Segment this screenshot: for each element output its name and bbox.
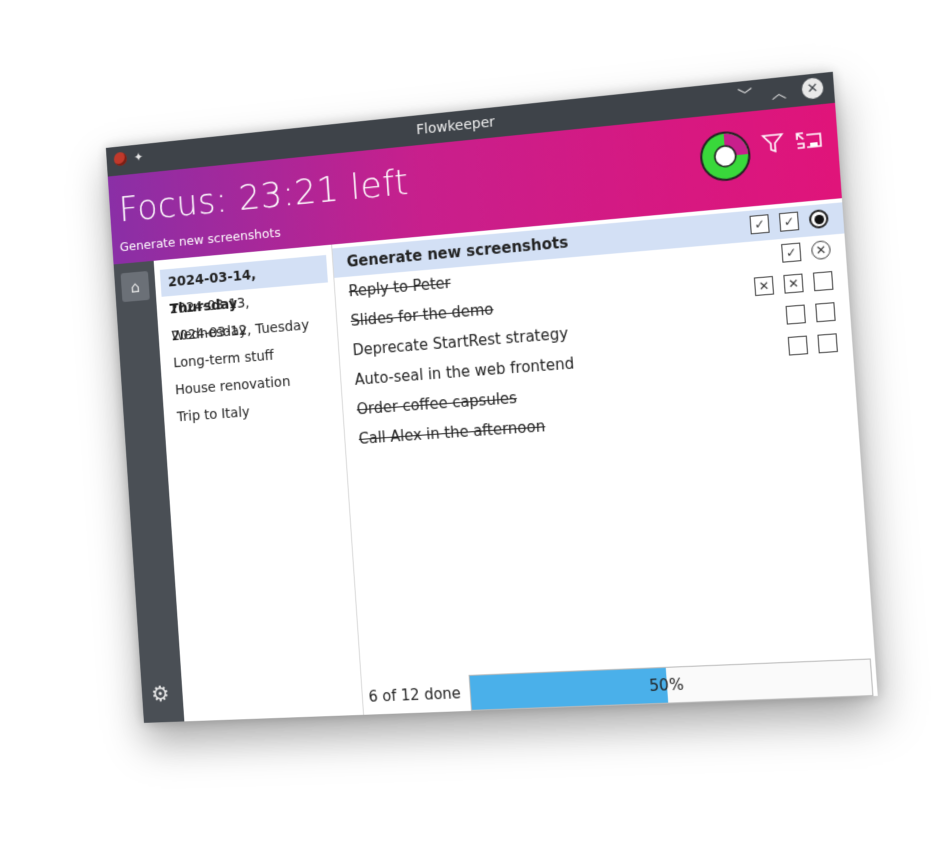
app-window: ✦ Flowkeeper ﹀ ︿ ✕ Focus: 23:21 left Gen… (105, 71, 878, 723)
pomodoro-group: ✕ ✕ (753, 271, 834, 297)
minimize-button[interactable]: ﹀ (734, 84, 756, 107)
pomodoro-group (787, 333, 838, 356)
pomodoro-crossed-icon[interactable]: ✕ (753, 275, 775, 297)
task-label: Reply to Peter (348, 273, 452, 301)
switch-icon[interactable] (794, 127, 824, 158)
pomodoro-group: ✓ ✕ (781, 239, 832, 263)
pomodoro-voided-icon[interactable]: ✕ (810, 239, 832, 261)
pomodoro-crossed-icon[interactable]: ✕ (783, 273, 804, 294)
home-button[interactable]: ⌂ (120, 270, 150, 303)
pomodoro-empty-icon[interactable] (812, 271, 834, 292)
timer-icon[interactable] (695, 126, 755, 187)
done-count: 6 of 12 done (368, 684, 462, 706)
progress-bar: 50% (468, 658, 874, 711)
gear-icon: ⚙ (150, 682, 171, 708)
pomodoro-checked-icon[interactable]: ✓ (778, 211, 800, 232)
focus-title: Focus: 23:21 left (117, 162, 410, 231)
pomodoro-empty-icon[interactable] (787, 335, 809, 356)
filter-icon[interactable] (760, 131, 785, 161)
backlog-list: 2024-03-14, Thursday 2024-03-13, Wednesd… (153, 244, 365, 722)
pomodoro-group: ✓ ✓ (749, 208, 829, 235)
window-controls: ﹀ ︿ ✕ (734, 77, 824, 107)
close-button[interactable]: ✕ (801, 77, 824, 100)
home-icon: ⌂ (129, 277, 141, 297)
pomodoro-empty-icon[interactable] (815, 302, 836, 323)
pomodoro-checked-icon[interactable]: ✓ (749, 214, 770, 235)
task-list: Generate new screenshots ✓ ✓ Reply to Pe… (332, 198, 878, 715)
task-label: Call Alex in the afternoon (358, 417, 546, 448)
progress-footer: 6 of 12 done 50% (362, 658, 878, 715)
pomodoro-running-icon[interactable] (808, 208, 829, 230)
pomodoro-empty-icon[interactable] (817, 333, 838, 354)
stage: ✦ Flowkeeper ﹀ ︿ ✕ Focus: 23:21 left Gen… (0, 0, 950, 850)
maximize-button[interactable]: ︿ (767, 81, 790, 104)
pomodoro-empty-icon[interactable] (785, 304, 806, 325)
pomodoro-group (785, 302, 836, 325)
pomodoro-checked-icon[interactable]: ✓ (781, 242, 802, 263)
settings-button[interactable]: ⚙ (151, 682, 171, 707)
